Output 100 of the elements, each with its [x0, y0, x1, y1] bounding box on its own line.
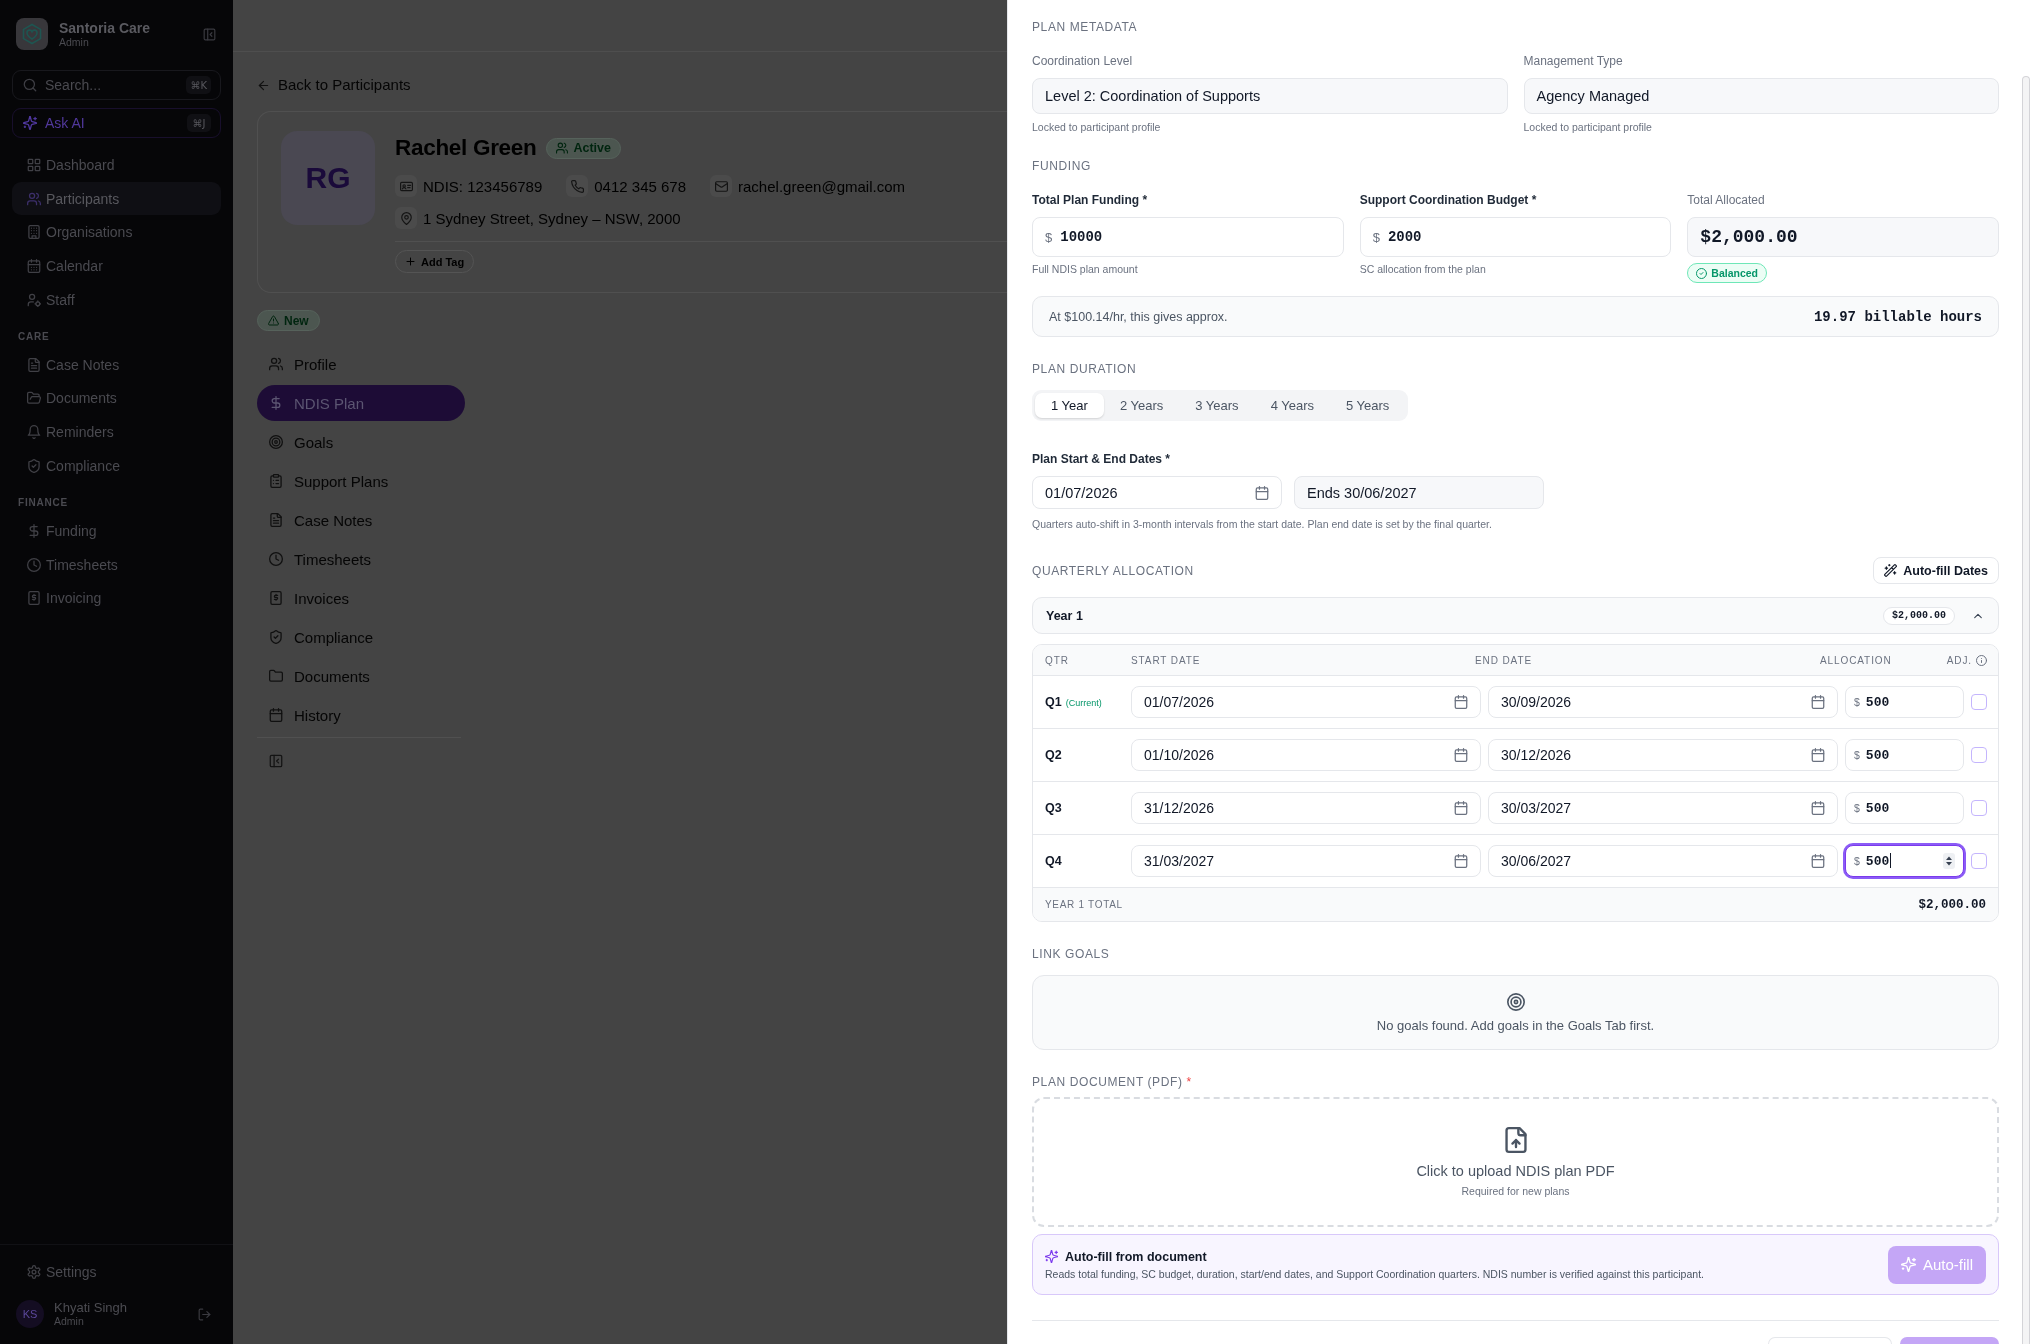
- logout-icon[interactable]: [198, 1307, 211, 1321]
- nav-item[interactable]: Case Notes: [12, 347, 221, 382]
- column-header: END DATE: [1475, 654, 1534, 666]
- nav-item[interactable]: Reminders: [12, 415, 221, 449]
- duration-option[interactable]: 4 Years: [1254, 393, 1330, 418]
- year-title: Year 1: [1046, 608, 1084, 623]
- bell-icon: [27, 425, 41, 440]
- duration-option[interactable]: 5 Years: [1330, 393, 1406, 418]
- profile-tab[interactable]: Profile: [257, 346, 465, 382]
- calendar-icon: [1454, 854, 1468, 868]
- grid-icon: [27, 157, 41, 172]
- secondary-button[interactable]: [1768, 1337, 1892, 1344]
- profile-tab[interactable]: Support Plans: [257, 463, 465, 499]
- profile-tab[interactable]: Documents: [257, 658, 465, 694]
- locked-field: Agency Managed: [1523, 78, 1999, 114]
- end-date-field[interactable]: 30/12/2026: [1488, 739, 1838, 771]
- profile-tab[interactable]: Compliance: [257, 619, 465, 655]
- ask-ai-button[interactable]: Ask AI ⌘J: [12, 108, 221, 138]
- nav-item[interactable]: Staff: [12, 282, 221, 317]
- duration-option[interactable]: 3 Years: [1179, 393, 1255, 418]
- profile-tab[interactable]: Case Notes: [257, 502, 465, 538]
- nav-item[interactable]: Compliance: [12, 449, 221, 483]
- nav-item[interactable]: Timesheets: [12, 547, 221, 582]
- profile-tab[interactable]: History: [257, 697, 465, 733]
- calendar-icon: [1255, 485, 1269, 500]
- nav-item[interactable]: Funding: [12, 514, 221, 548]
- dollar-icon: [269, 396, 283, 410]
- end-date-field[interactable]: 30/06/2027: [1488, 845, 1838, 877]
- calendar-icon: [1454, 695, 1468, 709]
- search-field[interactable]: Search... ⌘K: [12, 70, 221, 100]
- locked-field: Level 2: Coordination of Supports: [1032, 78, 1508, 114]
- upload-dropzone[interactable]: Click to upload NDIS plan PDF Required for new plans: [1032, 1097, 1999, 1227]
- shield-check-icon: [269, 630, 283, 644]
- field-hint: Full NDIS plan amount: [1032, 263, 1139, 276]
- nav-item[interactable]: Dashboard: [12, 148, 221, 182]
- profile-tab[interactable]: Goals: [257, 424, 465, 460]
- allocation-input[interactable]: $ 500: [1845, 686, 1964, 718]
- duration-option[interactable]: 2 Years: [1103, 393, 1180, 418]
- brand-role: Admin: [59, 35, 90, 49]
- document-icon: [269, 513, 283, 527]
- nav-item[interactable]: Calendar: [12, 249, 221, 283]
- allocation-input[interactable]: $ 500: [1845, 739, 1964, 771]
- current-note: (Current): [1065, 698, 1102, 708]
- adjust-checkbox[interactable]: [1971, 853, 1987, 869]
- adjust-checkbox[interactable]: [1971, 694, 1987, 710]
- amount-input[interactable]: $ 2000: [1359, 217, 1672, 257]
- amount-input[interactable]: $ 10000: [1032, 217, 1344, 257]
- section-heading: FINANCE: [18, 496, 70, 511]
- end-date-field[interactable]: 30/03/2027: [1488, 792, 1838, 824]
- upload-prompt: Click to upload NDIS plan PDF: [1416, 1163, 1615, 1179]
- adjust-checkbox[interactable]: [1971, 747, 1987, 763]
- ndis-number: NDIS: 123456789: [423, 177, 543, 195]
- document-icon: [27, 357, 41, 372]
- calendar-icon: [1811, 854, 1825, 868]
- start-date-field[interactable]: 31/12/2026: [1131, 792, 1481, 824]
- scrollbar-thumb[interactable]: [2022, 76, 2030, 1344]
- field-label: Coordination Level: [1032, 53, 1134, 69]
- map-pin-icon: [395, 207, 417, 229]
- primary-button[interactable]: [1900, 1337, 1999, 1344]
- user-avatar: KS: [16, 1300, 44, 1328]
- nav-item[interactable]: Documents: [12, 381, 221, 416]
- upload-hint: Required for new plans: [1461, 1185, 1570, 1197]
- back-link[interactable]: Back to Participants: [257, 77, 411, 93]
- start-date-field[interactable]: 01/07/2026: [1032, 476, 1282, 509]
- file-upload-icon: [1502, 1127, 1529, 1153]
- profile-tab[interactable]: NDIS Plan: [257, 385, 465, 421]
- profile-tab[interactable]: Invoices: [257, 580, 465, 616]
- field-label: Support Coordination Budget *: [1359, 192, 1538, 208]
- field-label: Total Plan Funding *: [1032, 192, 1149, 208]
- year-header[interactable]: Year 1 $2,000.00: [1032, 597, 1999, 634]
- adjust-checkbox[interactable]: [1971, 800, 1987, 816]
- field-label: Total Allocated: [1687, 192, 1766, 208]
- rate-note: At $100.14/hr, this gives approx.: [1049, 309, 1228, 324]
- column-header: START DATE: [1131, 654, 1202, 666]
- spinner-icon[interactable]: [1943, 853, 1955, 869]
- nav-item[interactable]: Invoicing: [12, 581, 221, 616]
- building-icon: [27, 225, 41, 240]
- start-date-field[interactable]: 01/10/2026: [1131, 739, 1481, 771]
- allocation-input[interactable]: $ 500: [1845, 845, 1964, 877]
- settings-link[interactable]: Settings: [12, 1255, 221, 1289]
- brand-name: Santoria Care: [59, 19, 152, 36]
- auto-fill-dates-button[interactable]: Auto-fill Dates: [1873, 557, 1999, 584]
- start-date-field[interactable]: 31/03/2027: [1131, 845, 1481, 877]
- participant-name: Rachel Green: [395, 135, 537, 161]
- shield-check-icon: [27, 458, 41, 473]
- profile-tab[interactable]: Timesheets: [257, 541, 465, 577]
- plus-icon: [405, 256, 416, 267]
- collapse-icon[interactable]: [269, 754, 283, 768]
- flag-label: New: [284, 313, 309, 328]
- sidebar-toggle-icon[interactable]: [203, 27, 216, 41]
- settings-icon: [27, 1265, 41, 1280]
- end-date-field[interactable]: 30/09/2026: [1488, 686, 1838, 718]
- start-date-field[interactable]: 01/07/2026: [1131, 686, 1481, 718]
- sparkle-icon: [23, 116, 37, 130]
- allocation-input[interactable]: $ 500: [1845, 792, 1964, 824]
- calendar-icon: [1811, 748, 1825, 762]
- duration-option[interactable]: 1 Year: [1035, 393, 1104, 418]
- nav-item[interactable]: Organisations: [12, 215, 221, 250]
- heart-logo-icon: [16, 18, 48, 50]
- nav-item[interactable]: Participants: [12, 181, 221, 216]
